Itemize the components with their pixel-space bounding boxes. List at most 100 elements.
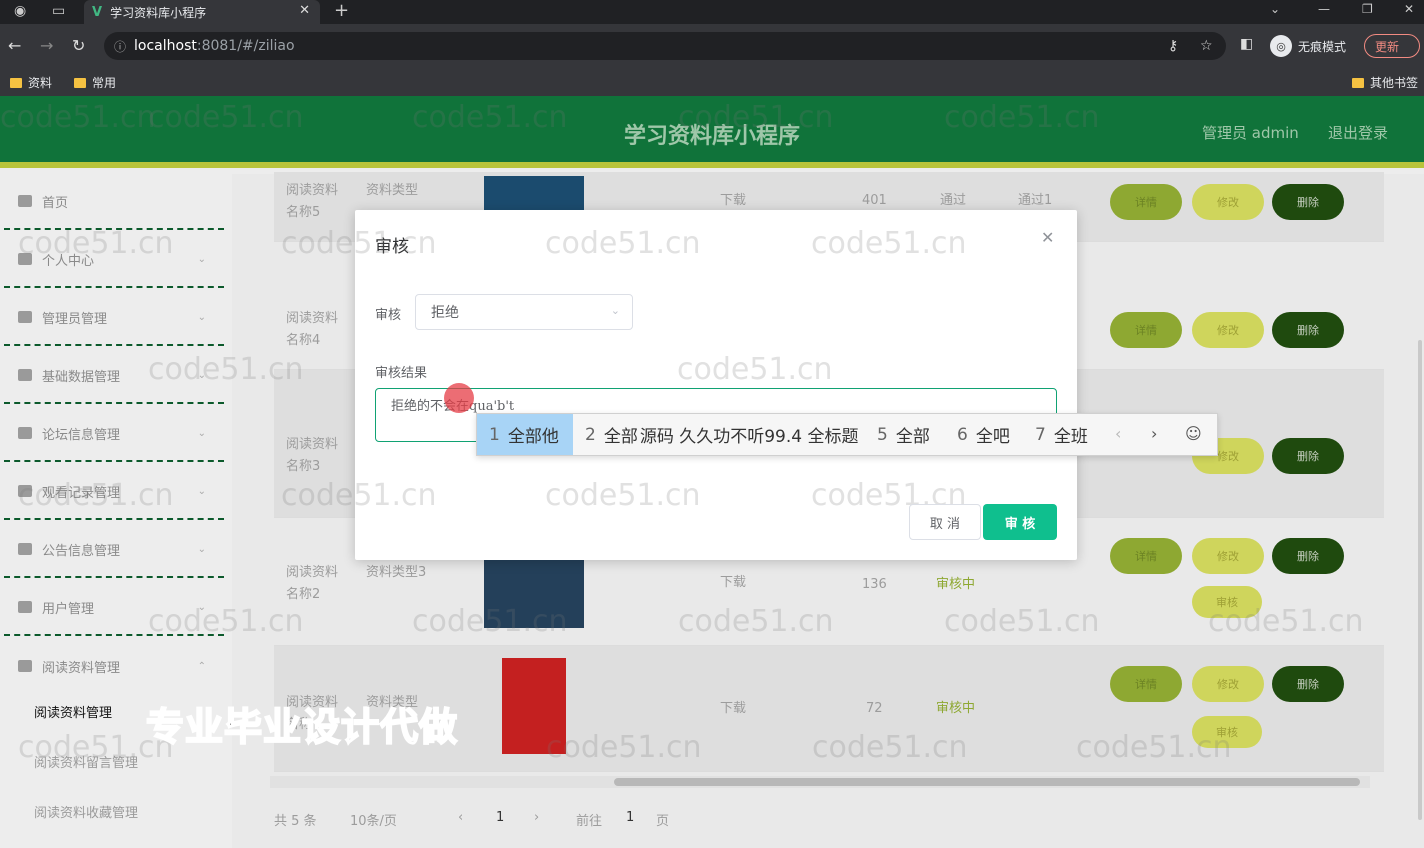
pager-next[interactable]: ›: [534, 810, 539, 825]
cancel-button[interactable]: 取 消: [909, 504, 981, 540]
pager-total: 共 5 条: [274, 814, 317, 829]
vertical-scrollbar[interactable]: [1418, 340, 1422, 820]
sidepanel-icon[interactable]: ◧: [1240, 36, 1253, 52]
emoji-icon[interactable]: ☺: [1185, 424, 1202, 443]
row-status: 通过: [940, 193, 967, 208]
button-label: 详情: [1135, 550, 1157, 563]
restore-icon[interactable]: ❐: [1362, 2, 1373, 16]
ime-candidate[interactable]: 2 全部 源码 久久功不听99.4 全标题: [585, 414, 859, 455]
sidebar-item-forum[interactable]: 论坛信息管理 ⌄: [4, 406, 224, 462]
sidebar-item-users[interactable]: 用户管理 ⌄: [4, 580, 224, 636]
row-name: 阅读资料名称5: [286, 183, 339, 220]
edit-button[interactable]: 修改: [1192, 184, 1264, 220]
row-result: 通过1: [1018, 193, 1053, 208]
admin-label: 管理员 admin: [1202, 124, 1299, 142]
detail-button[interactable]: 详情: [1110, 184, 1182, 220]
mouse-cursor-indicator: [444, 383, 474, 413]
bookmark-label: 常用: [92, 76, 117, 90]
delete-button[interactable]: 删除: [1272, 312, 1344, 348]
sidebar-item-label: 个人中心: [42, 253, 95, 269]
watermark: code51.cn: [677, 352, 833, 387]
folder-icon: [74, 77, 86, 88]
update-button[interactable]: 更新: [1364, 34, 1420, 58]
browser-tab[interactable]: V 学习资料库小程序 ✕: [84, 0, 320, 24]
incognito-indicator[interactable]: ◎ 无痕模式: [1270, 35, 1346, 57]
row-count: 401: [862, 193, 887, 208]
sidebar-subitem-comments[interactable]: 阅读资料留言管理: [34, 752, 138, 771]
detail-button[interactable]: 详情: [1110, 538, 1182, 574]
row-download[interactable]: 下载: [720, 572, 746, 594]
sidebar-item-admins[interactable]: 管理员管理 ⌄: [4, 290, 224, 346]
other-bookmarks[interactable]: 其他书签: [1352, 74, 1418, 91]
tab-close-icon[interactable]: ✕: [299, 3, 310, 18]
incognito-label: 无痕模式: [1298, 39, 1347, 54]
horizontal-scrollbar[interactable]: [270, 776, 1370, 788]
sidebar-item-label: 基础数据管理: [42, 369, 121, 385]
pager-size-select[interactable]: 10条/页: [350, 810, 397, 829]
info-icon[interactable]: ⓘ: [114, 38, 126, 55]
bookmark-label: 其他书签: [1370, 76, 1419, 90]
confirm-review-button[interactable]: 审 核: [983, 504, 1057, 540]
review-select[interactable]: 拒绝 ⌄: [415, 294, 633, 330]
notice-icon: [18, 543, 32, 555]
ime-next-icon[interactable]: ›: [1151, 424, 1157, 443]
review-button[interactable]: 审核: [1192, 716, 1262, 748]
book-icon: [18, 660, 32, 672]
bookmark-folder[interactable]: 资料: [10, 74, 52, 91]
edit-button[interactable]: 修改: [1192, 312, 1264, 348]
chevron-down-icon: ⌄: [197, 311, 206, 323]
sidebar-subitem-favorites[interactable]: 阅读资料收藏管理: [34, 802, 138, 821]
scrollbar-thumb[interactable]: [614, 778, 1360, 786]
chevron-down-icon: ⌄: [197, 485, 206, 497]
pager-prev[interactable]: ‹: [458, 810, 463, 825]
sidebar-subitem-reading[interactable]: 阅读资料管理: [34, 702, 112, 721]
button-label: 审 核: [1004, 516, 1036, 532]
logout-link[interactable]: 退出登录: [1328, 122, 1388, 143]
sidebar-item-basedata[interactable]: 基础数据管理 ⌄: [4, 348, 224, 404]
edit-button[interactable]: 修改: [1192, 538, 1264, 574]
delete-button[interactable]: 删除: [1272, 438, 1344, 474]
forward-icon[interactable]: →: [40, 36, 53, 55]
star-icon[interactable]: ☆: [1200, 38, 1213, 54]
ime-candidate[interactable]: 6 全吧: [957, 414, 1010, 455]
new-tab-icon[interactable]: +: [334, 0, 349, 21]
review-button[interactable]: 审核: [1192, 586, 1262, 618]
pager-goto-input[interactable]: 1: [626, 810, 634, 825]
sidebar-item-home[interactable]: 首页: [4, 174, 224, 230]
ime-candidate[interactable]: 1 全部他: [477, 414, 573, 455]
ime-candidate-text: 全吧: [975, 427, 1010, 447]
sidebar-item-profile[interactable]: 个人中心 ⌄: [4, 232, 224, 288]
globe-icon[interactable]: ◉: [14, 3, 26, 19]
detail-button[interactable]: 详情: [1110, 312, 1182, 348]
reload-icon[interactable]: ↻: [72, 36, 85, 55]
edit-button[interactable]: 修改: [1192, 666, 1264, 702]
delete-button[interactable]: 删除: [1272, 666, 1344, 702]
row-download[interactable]: 下载: [720, 698, 746, 720]
close-icon[interactable]: ✕: [1041, 228, 1054, 247]
watermark: code51.cn: [811, 226, 967, 261]
sidebar-item-history[interactable]: 观看记录管理 ⌄: [4, 464, 224, 520]
tab-search-icon[interactable]: ⌄: [1270, 2, 1280, 16]
delete-button[interactable]: 删除: [1272, 184, 1344, 220]
sidebar-item-reading[interactable]: 阅读资料管理 ⌃: [4, 638, 224, 694]
close-window-icon[interactable]: ✕: [1404, 2, 1414, 16]
ime-candidate[interactable]: 5 全部: [877, 414, 930, 455]
ime-prev-icon[interactable]: ‹: [1115, 424, 1121, 443]
chevron-down-icon: ⌄: [197, 427, 206, 439]
minimize-icon[interactable]: —: [1318, 2, 1330, 16]
window-icon[interactable]: ▭: [52, 3, 65, 19]
delete-button[interactable]: 删除: [1272, 538, 1344, 574]
bookmark-folder[interactable]: 常用: [74, 74, 116, 91]
key-icon[interactable]: ⚷: [1168, 38, 1178, 54]
detail-button[interactable]: 详情: [1110, 666, 1182, 702]
sidebar-item-label: 论坛信息管理: [42, 427, 121, 443]
pager-page[interactable]: 1: [496, 810, 504, 825]
ime-candidate[interactable]: 7 全班: [1035, 414, 1088, 455]
button-label: 删除: [1297, 324, 1319, 337]
back-icon[interactable]: ←: [8, 36, 21, 55]
sidebar-item-notice[interactable]: 公告信息管理 ⌄: [4, 522, 224, 578]
row-download[interactable]: 下载: [720, 190, 746, 212]
sidebar-item-label: 观看记录管理: [42, 485, 121, 501]
review-select-value: 拒绝: [431, 305, 459, 321]
address-bar[interactable]: ⓘ localhost :8081/#/ziliao ⚷ ☆: [104, 32, 1226, 60]
